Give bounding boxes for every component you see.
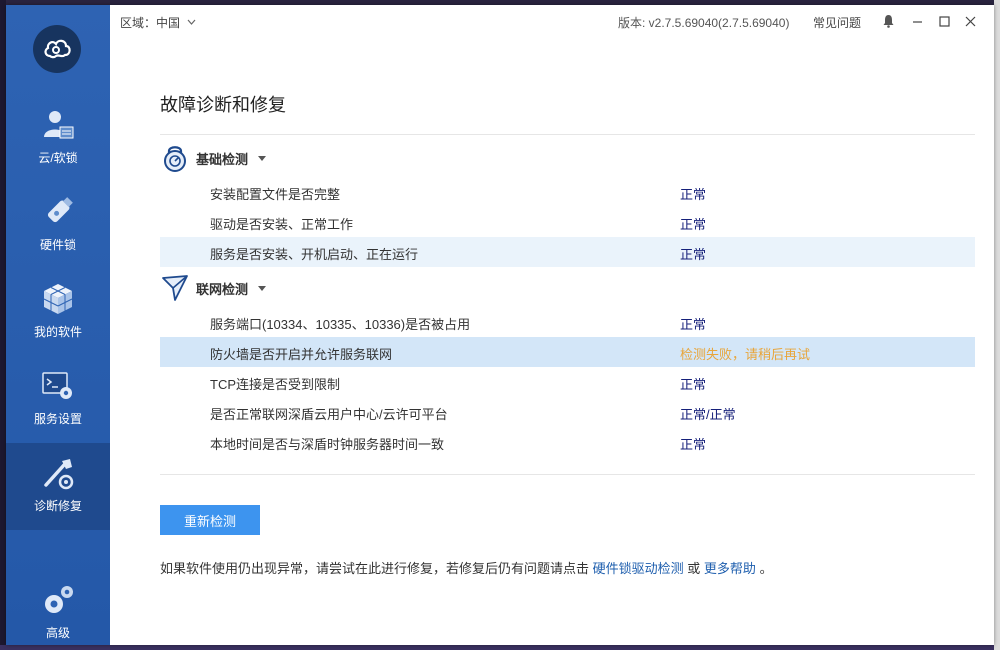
chevron-down-icon: [187, 14, 196, 28]
table-row: 服务是否安装、开机启动、正在运行 正常: [160, 237, 975, 267]
sidebar-item-diagnose-repair[interactable]: 诊断修复: [6, 443, 110, 530]
gears-icon: [38, 580, 78, 620]
table-row: 驱动是否安装、正常工作 正常: [160, 207, 975, 237]
desktop-background-bottom: [0, 645, 1000, 650]
divider: [160, 474, 975, 475]
title-bar: 区域：中国 版本: v2.7.5.69040(2.7.5.69040) 常见问题: [110, 5, 994, 39]
status-text-warning: 检测失败，请稍后再试: [680, 347, 811, 362]
status-text: 正常/正常: [680, 407, 736, 422]
status-text: 正常: [680, 247, 707, 262]
table-row: 防火墙是否开启并允许服务联网 检测失败，请稍后再试: [160, 337, 975, 367]
check-item-label: TCP连接是否受到限制: [210, 377, 341, 392]
minimize-icon[interactable]: [909, 13, 925, 29]
check-item-label: 服务端口(10334、10335、10336)是否被占用: [210, 317, 471, 332]
table-row: 本地时间是否与深盾时钟服务器时间一致 正常: [160, 427, 975, 457]
faq-link[interactable]: 常见问题: [813, 14, 861, 31]
terminal-gear-icon: [38, 366, 78, 406]
sidebar-item-label: 硬件锁: [39, 238, 76, 252]
sidebar-item-label: 我的软件: [33, 325, 82, 339]
page-title: 故障诊断和修复: [160, 95, 286, 115]
status-text: 正常: [680, 187, 707, 202]
region-selector[interactable]: 区域：中国: [120, 14, 196, 31]
region-label: 区域：: [120, 16, 157, 30]
status-text: 正常: [680, 217, 707, 232]
footer-note: 如果软件使用仍出现异常，请尝试在此进行修复，若修复后仍有问题请点击 硬件锁驱动检…: [160, 558, 773, 577]
divider: [160, 134, 975, 135]
sidebar-item-advanced[interactable]: 高级: [6, 570, 110, 650]
lock-shield-icon: [160, 143, 190, 173]
sidebar-item-label: 云/软锁: [38, 151, 78, 165]
table-row: 服务端口(10334、10335、10336)是否被占用 正常: [160, 307, 975, 337]
close-icon[interactable]: [962, 13, 978, 29]
section-title: 联网检测: [196, 281, 249, 297]
check-item-label: 安装配置文件是否完整: [210, 187, 341, 202]
version-text: 版本: v2.7.5.69040(2.7.5.69040): [618, 16, 790, 30]
cubes-icon: [38, 279, 78, 319]
sidebar-item-label: 高级: [45, 626, 70, 640]
table-row: TCP连接是否受到限制 正常: [160, 367, 975, 397]
app-window: 云/软锁 硬件锁 我的软件 服务设置 诊断修复 高级 区域：中国 版本: v2.…: [6, 5, 994, 645]
maximize-icon[interactable]: [936, 13, 952, 29]
sidebar-item-label: 诊断修复: [33, 499, 82, 513]
check-item-label: 本地时间是否与深盾时钟服务器时间一致: [210, 437, 445, 452]
desktop-background-right: [994, 0, 1000, 650]
sidebar-item-cloud-soft-lock[interactable]: 云/软锁: [6, 95, 110, 182]
caret-down-icon[interactable]: [258, 285, 267, 291]
hardware-lock-driver-check-link[interactable]: 硬件锁驱动检测: [593, 561, 684, 576]
recheck-button[interactable]: 重新检测: [160, 505, 260, 535]
table-row: 安装配置文件是否完整 正常: [160, 177, 975, 207]
paper-plane-icon: [160, 273, 190, 303]
section-title: 基础检测: [196, 151, 249, 167]
sidebar-item-service-settings[interactable]: 服务设置: [6, 356, 110, 443]
sidebar-item-my-software[interactable]: 我的软件: [6, 269, 110, 356]
sidebar: 云/软锁 硬件锁 我的软件 服务设置 诊断修复 高级: [6, 5, 110, 645]
status-text: 正常: [680, 437, 707, 452]
main-panel: 区域：中国 版本: v2.7.5.69040(2.7.5.69040) 常见问题…: [110, 5, 994, 645]
cloud-logo-icon: [33, 25, 81, 73]
section-network-check: 联网检测: [160, 270, 460, 306]
sidebar-item-label: 服务设置: [33, 412, 82, 426]
more-help-link[interactable]: 更多帮助: [704, 561, 756, 576]
section-basic-check: 基础检测: [160, 140, 460, 176]
caret-down-icon[interactable]: [258, 155, 267, 161]
bell-icon[interactable]: [880, 13, 896, 29]
check-item-label: 服务是否安装、开机启动、正在运行: [210, 247, 419, 262]
region-value: 中国: [156, 16, 181, 30]
status-text: 正常: [680, 317, 707, 332]
check-item-label: 是否正常联网深盾云用户中心/云许可平台: [210, 407, 448, 422]
status-text: 正常: [680, 377, 707, 392]
user-card-icon: [38, 105, 78, 145]
footer-text: 或: [687, 561, 701, 576]
footer-text: 如果软件使用仍出现异常，请尝试在此进行修复，若修复后仍有问题请点击: [160, 561, 590, 576]
sidebar-item-hardware-lock[interactable]: 硬件锁: [6, 182, 110, 269]
check-item-label: 防火墙是否开启并允许服务联网: [210, 347, 393, 362]
wrench-gear-icon: [38, 453, 78, 493]
check-item-label: 驱动是否安装、正常工作: [210, 217, 354, 232]
table-row: 是否正常联网深盾云用户中心/云许可平台 正常/正常: [160, 397, 975, 427]
usb-dongle-icon: [38, 192, 78, 232]
footer-text: 。: [759, 561, 773, 576]
